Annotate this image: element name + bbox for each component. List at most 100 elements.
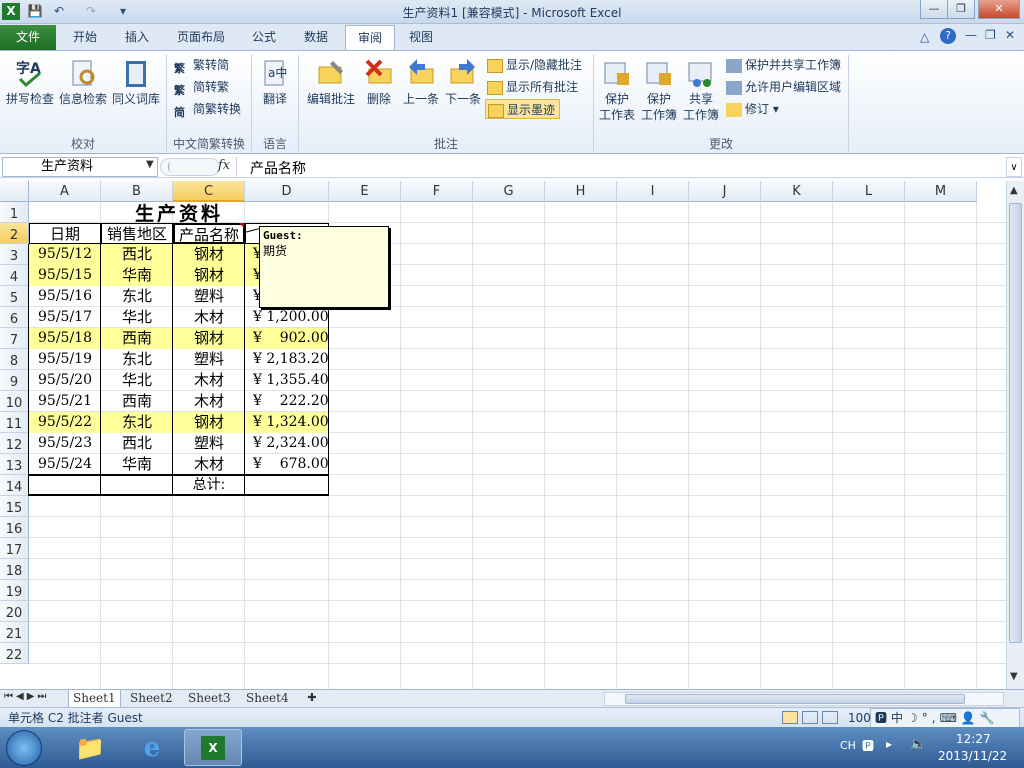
date-cell[interactable]: 95/5/21 (29, 391, 101, 412)
vertical-scrollbar[interactable]: ▲ ▼ (1006, 181, 1024, 689)
protect-sheet-button[interactable]: 保护 工作表 (596, 57, 638, 123)
name-box[interactable]: 生产资料 (2, 157, 158, 177)
show-hide-comment-button[interactable]: 显示/隐藏批注 (487, 55, 582, 75)
tab-formulas[interactable]: 公式 (240, 25, 288, 50)
thesaurus-button[interactable]: 同义词库 (110, 57, 162, 107)
restore-button[interactable]: ❐ (947, 0, 975, 19)
delete-comment-button[interactable]: 删除 (360, 57, 398, 107)
column-header-l[interactable]: L (833, 181, 905, 202)
worksheet-grid[interactable]: ABCDEFGHIJKLM 1 2 3 4 5 6 7 8 9 10 11 12 13 14 15 16 17 1… (0, 181, 1006, 689)
date-cell[interactable]: 95/5/23 (29, 433, 101, 454)
tab-page-layout[interactable]: 页面布局 (168, 25, 234, 50)
tab-home[interactable]: 开始 (60, 25, 110, 50)
formula-expand-icon[interactable]: ∨ (1006, 157, 1022, 177)
row-header-22[interactable]: 22 (0, 643, 29, 664)
excel-taskbar-button[interactable]: X (184, 729, 242, 766)
row-header-4[interactable]: 4 (0, 265, 29, 286)
region-cell[interactable]: 华北 (101, 307, 173, 328)
scroll-up-icon[interactable]: ▲ (1010, 185, 1018, 196)
sheet-nav-icons[interactable]: ⏮◀▶⏭ (4, 691, 49, 702)
row-header-21[interactable]: 21 (0, 622, 29, 643)
tray-arrow-icon[interactable]: ▸ (886, 737, 892, 751)
tab-view[interactable]: 视图 (398, 25, 444, 50)
region-cell[interactable]: 西南 (101, 391, 173, 412)
row-header-10[interactable]: 10 (0, 391, 29, 412)
clock-time[interactable]: 12:27 (956, 732, 991, 746)
row-header-7[interactable]: 7 (0, 328, 29, 349)
date-cell[interactable]: 95/5/24 (29, 454, 101, 475)
total-label[interactable]: 总计: (173, 475, 245, 496)
region-cell[interactable]: 华南 (101, 454, 173, 475)
row-header-8[interactable]: 8 (0, 349, 29, 370)
region-cell[interactable]: 西南 (101, 328, 173, 349)
row-header-14[interactable]: 14 (0, 475, 29, 496)
product-cell[interactable]: 钢材 (173, 265, 245, 286)
column-header-j[interactable]: J (689, 181, 761, 202)
sheet-title[interactable]: 生产资料 (29, 202, 329, 223)
row-header-3[interactable]: 3 (0, 244, 29, 265)
previous-comment-button[interactable]: 上一条 (400, 57, 442, 107)
amount-cell[interactable]: ¥ 1,355.40 (245, 370, 329, 391)
row-header-2[interactable]: 2 (0, 223, 29, 244)
region-cell[interactable]: 华南 (101, 265, 173, 286)
ie-icon[interactable]: e (128, 731, 176, 765)
scroll-down-icon[interactable]: ▼ (1010, 671, 1018, 682)
spell-check-button[interactable]: 字A 拼写检查 (4, 57, 56, 107)
product-cell[interactable]: 塑料 (173, 433, 245, 454)
insert-sheet-icon[interactable]: ✚ (302, 691, 322, 706)
row-header-16[interactable]: 16 (0, 517, 29, 538)
tab-data[interactable]: 数据 (292, 25, 340, 50)
product-cell[interactable]: 钢材 (173, 244, 245, 265)
help-icon[interactable]: ? (940, 28, 956, 44)
header-cell[interactable]: 日期 (29, 223, 101, 244)
wb-restore-icon[interactable]: ❐ (985, 28, 996, 42)
row-header-6[interactable]: 6 (0, 307, 29, 328)
row-header-1[interactable]: 1 (0, 202, 29, 223)
column-header-h[interactable]: H (545, 181, 617, 202)
ime-icon[interactable]: 🅿 (862, 737, 874, 754)
select-all-corner[interactable] (0, 181, 29, 202)
amount-cell[interactable]: ¥ 678.00 (245, 454, 329, 475)
name-box-dropdown-icon[interactable]: ▼ (146, 159, 154, 170)
sheet-tab-2[interactable]: Sheet2 (126, 690, 177, 708)
convert-button[interactable]: 简简繁转换 (174, 99, 241, 119)
trad-to-simp-button[interactable]: 繁繁转简 (174, 55, 229, 75)
formula-input[interactable]: 产品名称 (250, 158, 306, 178)
research-button[interactable]: 信息检索 (58, 57, 108, 107)
close-button[interactable]: ✕ (978, 0, 1020, 19)
header-cell[interactable]: 产品名称 (173, 223, 245, 244)
amount-cell[interactable]: ¥ 2,183.20 (245, 349, 329, 370)
zoom-level[interactable]: 100 (848, 708, 871, 728)
ime-toolbar[interactable]: 🅿中☽°,⌨👤🔧 (870, 708, 1020, 728)
region-cell[interactable]: 华北 (101, 370, 173, 391)
column-header-a[interactable]: A (29, 181, 101, 202)
input-lang[interactable]: CH (840, 739, 856, 752)
protect-share-button[interactable]: 保护并共享工作簿 (726, 55, 841, 75)
header-cell[interactable]: 销售地区 (101, 223, 173, 244)
column-header-e[interactable]: E (329, 181, 401, 202)
amount-cell[interactable]: ¥ 222.20 (245, 391, 329, 412)
row-header-20[interactable]: 20 (0, 601, 29, 622)
row-header-5[interactable]: 5 (0, 286, 29, 307)
date-cell[interactable]: 95/5/22 (29, 412, 101, 433)
column-header-g[interactable]: G (473, 181, 545, 202)
row-header-13[interactable]: 13 (0, 454, 29, 475)
hscroll-thumb[interactable] (625, 694, 965, 704)
row-header-12[interactable]: 12 (0, 433, 29, 454)
column-header-c[interactable]: C (173, 181, 245, 202)
insert-function-icon[interactable]: fx (218, 158, 230, 173)
sheet-tab-4[interactable]: Sheet4 (242, 690, 293, 708)
cell-comment[interactable]: Guest: 期货 (259, 226, 389, 308)
simp-to-trad-button[interactable]: 繁简转繁 (174, 77, 229, 97)
date-cell[interactable]: 95/5/20 (29, 370, 101, 391)
ribbon-minimize-icon[interactable]: △ (920, 30, 929, 44)
track-changes-button[interactable]: 修订 ▾ (726, 99, 779, 119)
share-workbook-button[interactable]: 共享 工作簿 (680, 57, 722, 123)
product-cell[interactable]: 木材 (173, 391, 245, 412)
product-cell[interactable]: 木材 (173, 454, 245, 475)
allow-edit-ranges-button[interactable]: 允许用户编辑区域 (726, 77, 841, 97)
tab-file[interactable]: 文件 (0, 25, 56, 50)
sheet-tab-3[interactable]: Sheet3 (184, 690, 235, 708)
normal-view-icon[interactable] (782, 711, 798, 724)
protect-workbook-button[interactable]: 保护 工作簿 (638, 57, 680, 123)
